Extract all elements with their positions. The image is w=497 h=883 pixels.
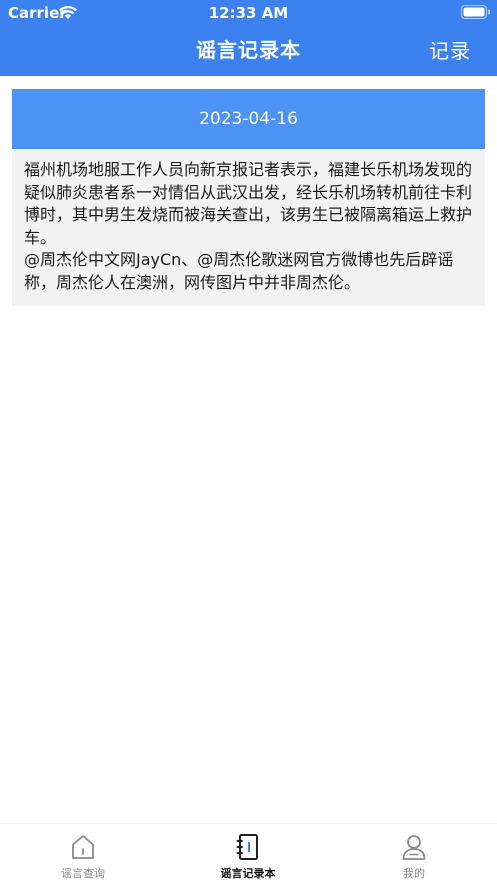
tab-bar: 谣言查询 谣言记录本 我的 <box>0 823 497 883</box>
battery-icon <box>461 5 490 19</box>
tab-label: 谣言记录本 <box>220 867 276 880</box>
status-time: 12:33 AM <box>208 4 289 22</box>
tab-label: 我的 <box>403 867 425 880</box>
record-content: 福州机场地服工作人员向新京报记者表示，福建长乐机场发现的疑似肺炎患者系一对情侣从… <box>12 149 485 306</box>
notebook-icon <box>236 834 258 860</box>
tab-rumor-notebook[interactable]: 谣言记录本 <box>178 824 318 883</box>
user-icon <box>402 835 426 860</box>
record-paragraph: @周杰伦中文网JayCn、@周杰伦歌迷网官方微博也先后辟谣称，周杰伦人在澳洲，网… <box>24 250 454 292</box>
record-card[interactable]: 2023-04-16 福州机场地服工作人员向新京报记者表示，福建长乐机场发现的疑… <box>12 89 485 306</box>
record-paragraph: 福州机场地服工作人员向新京报记者表示，福建长乐机场发现的疑似肺炎患者系一对情侣从… <box>24 160 473 247</box>
home-icon <box>72 835 94 859</box>
tab-label: 谣言查询 <box>61 867 105 880</box>
header: Carrier 12:33 AM 谣言记录本 记录 <box>0 0 497 76</box>
tab-mine[interactable]: 我的 <box>344 824 484 883</box>
status-bar: Carrier 12:33 AM <box>0 0 497 26</box>
tab-rumor-query[interactable]: 谣言查询 <box>13 824 153 883</box>
record-button[interactable]: 记录 <box>429 37 471 65</box>
screen: Carrier 12:33 AM 谣言记录本 记录 2023-04-16 福州机… <box>0 0 497 883</box>
page-title: 谣言记录本 <box>196 38 301 62</box>
record-date: 2023-04-16 <box>12 89 485 149</box>
